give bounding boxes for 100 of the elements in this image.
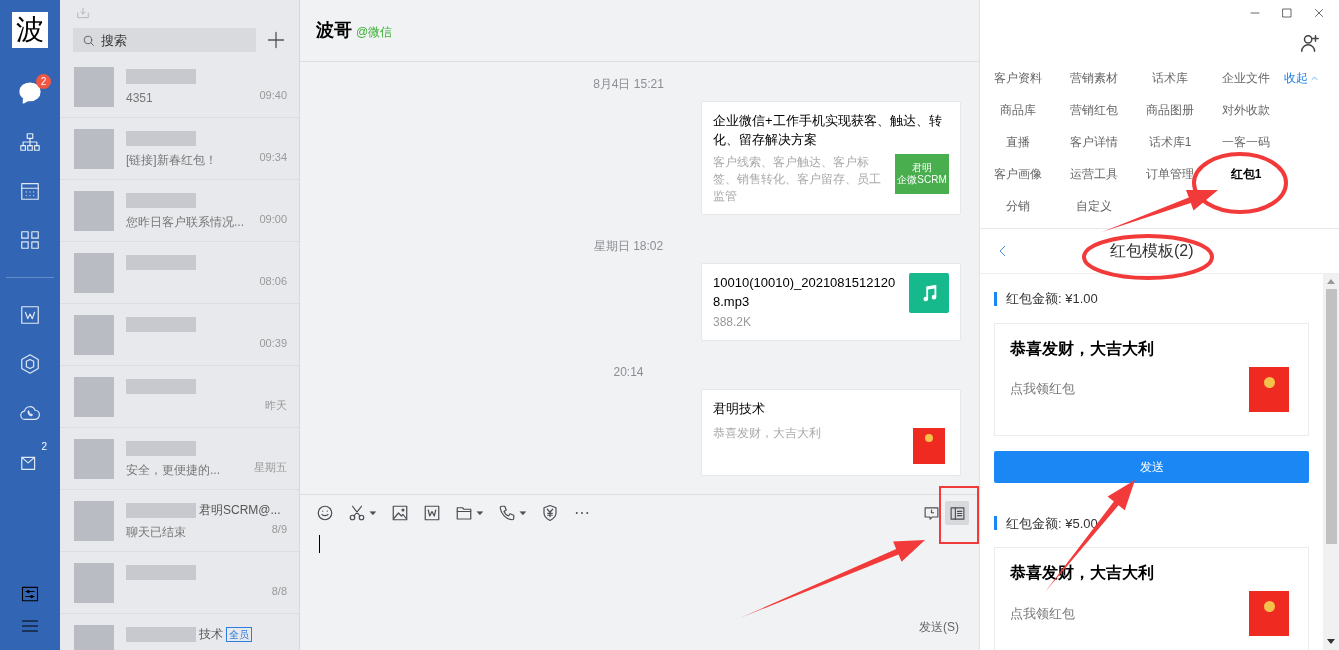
mail-count: 2 [41,442,47,452]
tool-tab[interactable]: 话术库1 [1132,126,1208,158]
tool-tab[interactable]: 营销素材 [1056,62,1132,94]
scrollbar[interactable] [1323,274,1339,650]
tool-tab[interactable]: 订单管理 [1132,158,1208,190]
accent-bar [994,291,997,306]
chevron-up-icon [1310,73,1319,83]
blurred-avatar [74,314,114,355]
add-contact-icon[interactable] [1299,32,1321,54]
send-template-button[interactable]: 发送 [994,450,1309,483]
phone-icon[interactable] [498,504,516,522]
close-icon[interactable] [1313,7,1325,19]
tool-tab[interactable]: 商品图册 [1132,94,1208,126]
message-card[interactable]: 企业微信+工作手机实现获客、触达、转化、留存解决方案 客户线索、客户触达、客户标签、销售转化、客户留存、员工监管 君明 企微SCRM [701,101,961,215]
blurred-name [126,68,196,84]
blurred-name [126,192,196,208]
tool-tab[interactable]: 自定义 [1056,190,1132,222]
tool-tab[interactable]: 一客一码 [1208,126,1284,158]
annotation-box [939,486,979,544]
search-icon [82,34,95,47]
message-preview: 聊天已结束 [126,523,186,541]
message-card[interactable]: 君明技术 恭喜发财，大吉大利 [701,389,961,476]
toolbar-toggle[interactable] [945,501,969,525]
chat-list-item[interactable]: 君明SCRM@... 聊天已结束 8/9 [60,490,299,552]
hongbao-amount: 红包金额: ¥5.00 [1006,514,1098,533]
image-icon[interactable] [391,504,409,522]
message-time: 8/9 [271,522,287,537]
document-icon [19,304,41,326]
message-card[interactable]: 10010(10010)_20210815121208.mp3 388.2K [701,263,961,341]
contact-source: @微信 [356,24,393,41]
unread-badge: 2 [36,74,51,89]
blurred-name [126,316,196,332]
cube-icon [19,353,41,375]
hongbao-amount: 红包金额: ¥1.00 [1006,290,1098,308]
tool-tab[interactable]: 运营工具 [1056,158,1132,190]
nav-button[interactable] [17,80,43,106]
message-preview: [链接]新春红包！ [126,151,217,169]
send-button[interactable]: 发送(S) [919,618,959,636]
contact-name: 君明SCRM@... [199,502,281,519]
thumbnail-logo-text: 企微SCRM [897,174,947,186]
tool-tab[interactable]: 营销红包 [1056,94,1132,126]
tool-tab[interactable]: 对外收款 [1208,94,1284,126]
panel-title: 红包模板(2) [1110,241,1194,261]
blurred-name [126,130,196,146]
search-field[interactable]: 搜索 [73,28,256,52]
settings-sliders-icon[interactable] [20,584,40,604]
message-time: 星期五 [254,460,287,475]
tool-tab[interactable]: 企业文件 [1208,62,1284,94]
message-time: 08:06 [259,274,287,289]
message-time: 09:34 [259,150,287,165]
message-time: 09:00 [259,212,287,227]
tool-tab[interactable]: 客户详情 [1056,126,1132,158]
chat-bubble-icon [17,80,43,106]
tool-tab[interactable]: 商品库 [980,94,1056,126]
emoji-icon[interactable] [316,504,334,522]
timestamp: 星期日 18:02 [593,238,664,255]
maximize-icon[interactable] [1281,7,1293,19]
message-time: 00:39 [259,336,287,351]
message-time: 昨天 [265,398,287,413]
blurred-avatar [74,190,114,231]
add-icon[interactable] [266,30,286,50]
hongbao-prompt: 点我领红包 [1010,604,1075,623]
hongbao-prompt: 点我领红包 [1010,380,1075,399]
chat-list-item[interactable]: 4351 09:40 [60,56,299,118]
chat-list-item[interactable]: 您昨日客户联系情况... 09:00 [60,180,299,242]
tool-tab[interactable]: 红包1 [1208,158,1284,190]
blurred-name [126,254,196,270]
blurred-avatar [74,562,114,603]
word-file-icon[interactable] [423,504,441,522]
message-time: 8/8 [271,584,287,599]
hongbao-title: 君明技术 [713,400,766,418]
envelope-icon [913,427,945,464]
hongbao-greeting: 恭喜发财，大吉大利 [713,424,821,442]
scissors-icon[interactable] [348,504,366,522]
side-panel-icon [948,504,966,522]
tool-tab[interactable]: 话术库 [1132,62,1208,94]
tool-tab[interactable]: 直播 [980,126,1056,158]
app-logo: 波 [12,12,48,48]
blurred-avatar [74,500,114,541]
blurred-name [126,378,196,394]
tool-tab[interactable]: 客户资料 [980,62,1056,94]
message-preview: 您昨日客户联系情况... [126,213,244,231]
message-time: 09:40 [259,88,287,103]
yen-shield-icon[interactable] [541,504,559,522]
envelope-icon [1249,366,1289,412]
chat-list-item[interactable]: 技术 全员 [60,614,299,650]
chat-title: 波哥 [316,19,352,42]
collapse-link[interactable]: 收起 [1284,62,1339,94]
tool-tab[interactable]: 客户画像 [980,158,1056,190]
envelope-icon [1249,591,1289,636]
folder-icon[interactable] [455,504,473,522]
chat-list-item[interactable]: [链接]新春红包！ 09:34 [60,118,299,180]
thumbnail-logo-text: 君明 [912,162,932,174]
hongbao-title: 恭喜发财，大吉大利 [1010,563,1155,583]
blurred-avatar [74,66,114,107]
blurred-name [126,626,196,642]
hongbao-title: 恭喜发财，大吉大利 [1010,338,1155,359]
blurred-avatar [74,128,114,169]
chat-list-item[interactable]: 安全，更便捷的... 星期五 [60,428,299,490]
tool-tab[interactable]: 分销 [980,190,1056,222]
